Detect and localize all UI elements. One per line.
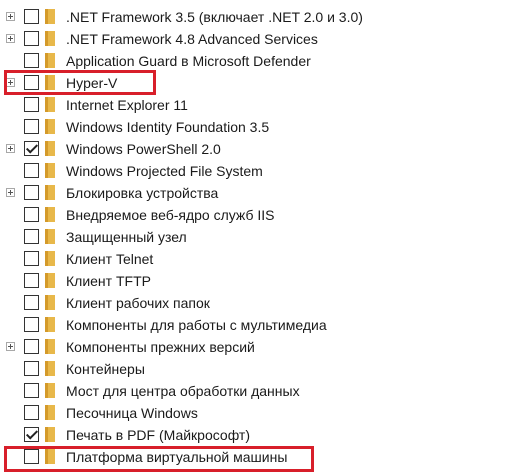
feature-row[interactable]: Контейнеры [0,359,506,381]
feature-row[interactable]: Блокировка устройства [0,183,506,205]
feature-checkbox[interactable] [24,449,39,464]
expand-plus-icon[interactable] [6,34,15,43]
feature-label: Клиент Telnet [66,251,154,267]
feature-row[interactable]: Компоненты прежних версий [0,337,506,359]
feature-checkbox[interactable] [24,405,39,420]
folder-icon [45,405,55,420]
folder-icon [45,251,55,266]
feature-row[interactable]: Компоненты для работы с мультимедиа [0,315,506,337]
feature-row[interactable]: Windows Identity Foundation 3.5 [0,117,506,139]
feature-checkbox[interactable] [24,229,39,244]
feature-label: Hyper-V [66,75,118,91]
feature-label: Блокировка устройства [66,185,219,201]
folder-icon [45,361,55,376]
folder-icon [45,383,55,398]
folder-icon [45,207,55,222]
expand-plus-icon[interactable] [6,12,15,21]
feature-row[interactable]: Internet Explorer 11 [0,95,506,117]
folder-icon [45,427,55,442]
folder-icon [45,31,55,46]
feature-row[interactable]: Hyper-V [0,73,506,95]
feature-row[interactable]: Внедряемое веб-ядро служб IIS [0,205,506,227]
feature-label: .NET Framework 3.5 (включает .NET 2.0 и … [66,9,363,25]
folder-icon [45,97,55,112]
feature-row[interactable]: Клиент Telnet [0,249,506,271]
feature-label: Windows Projected File System [66,163,263,179]
feature-row[interactable]: Мост для центра обработки данных [0,381,506,403]
feature-checkbox[interactable] [24,163,39,178]
feature-label: Контейнеры [66,361,145,377]
feature-checkbox[interactable] [24,427,39,442]
folder-icon [45,141,55,156]
feature-row[interactable]: Защищенный узел [0,227,506,249]
feature-checkbox[interactable] [24,207,39,222]
feature-checkbox[interactable] [24,361,39,376]
feature-checkbox[interactable] [24,31,39,46]
feature-label: Внедряемое веб-ядро служб IIS [66,207,275,223]
feature-label: Печать в PDF (Майкрософт) [66,427,250,443]
feature-checkbox[interactable] [24,317,39,332]
folder-icon [45,229,55,244]
folder-icon [45,163,55,178]
expand-plus-icon[interactable] [6,188,15,197]
feature-row[interactable]: .NET Framework 3.5 (включает .NET 2.0 и … [0,7,506,29]
feature-label: Песочница Windows [66,405,198,421]
feature-checkbox[interactable] [24,9,39,24]
feature-checkbox[interactable] [24,53,39,68]
folder-icon [45,9,55,24]
feature-checkbox[interactable] [24,273,39,288]
feature-label: Клиент рабочих папок [66,295,210,311]
feature-checkbox[interactable] [24,141,39,156]
feature-label: Компоненты прежних версий [66,339,255,355]
expand-plus-icon[interactable] [6,78,15,87]
feature-row[interactable]: Клиент TFTP [0,271,506,293]
feature-label: Защищенный узел [66,229,187,245]
folder-icon [45,273,55,288]
expand-plus-icon[interactable] [6,342,15,351]
feature-label: Мост для центра обработки данных [66,383,300,399]
feature-label: Компоненты для работы с мультимедиа [66,317,327,333]
feature-row[interactable]: Windows PowerShell 2.0 [0,139,506,161]
feature-label: Windows PowerShell 2.0 [66,141,221,157]
folder-icon [45,317,55,332]
feature-row[interactable]: Клиент рабочих папок [0,293,506,315]
windows-features-tree: .NET Framework 3.5 (включает .NET 2.0 и … [0,7,506,469]
folder-icon [45,53,55,68]
expand-plus-icon[interactable] [6,144,15,153]
feature-row[interactable]: Песочница Windows [0,403,506,425]
feature-label: Платформа виртуальной машины [66,449,288,465]
folder-icon [45,339,55,354]
feature-label: Клиент TFTP [66,273,151,289]
feature-checkbox[interactable] [24,251,39,266]
folder-icon [45,449,55,464]
feature-checkbox[interactable] [24,185,39,200]
folder-icon [45,185,55,200]
feature-checkbox[interactable] [24,339,39,354]
feature-label: Windows Identity Foundation 3.5 [66,119,270,135]
feature-checkbox[interactable] [24,97,39,112]
feature-row[interactable]: Application Guard в Microsoft Defender [0,51,506,73]
feature-row[interactable]: Windows Projected File System [0,161,506,183]
folder-icon [45,75,55,90]
feature-checkbox[interactable] [24,119,39,134]
feature-label: Application Guard в Microsoft Defender [66,53,311,69]
feature-checkbox[interactable] [24,295,39,310]
feature-row[interactable]: .NET Framework 4.8 Advanced Services [0,29,506,51]
feature-checkbox[interactable] [24,75,39,90]
feature-label: .NET Framework 4.8 Advanced Services [66,31,318,47]
folder-icon [45,119,55,134]
feature-row[interactable]: Печать в PDF (Майкрософт) [0,425,506,447]
feature-row[interactable]: Платформа виртуальной машины [0,447,506,469]
folder-icon [45,295,55,310]
feature-checkbox[interactable] [24,383,39,398]
feature-label: Internet Explorer 11 [66,97,188,113]
